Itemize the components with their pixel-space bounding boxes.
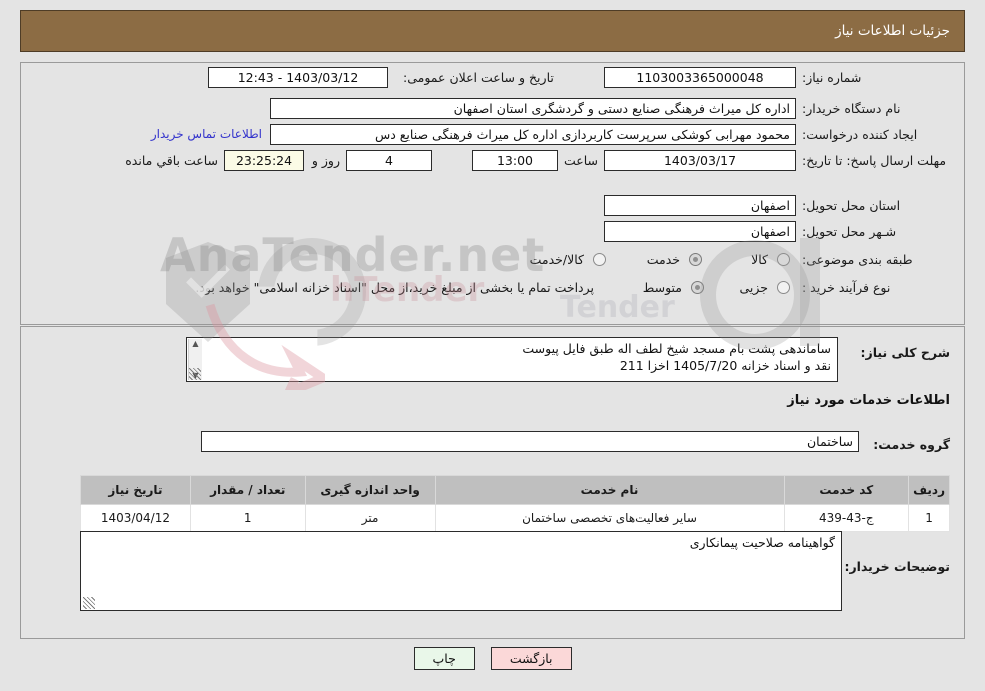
th-qty: تعداد / مقدار — [189, 475, 306, 505]
purchase-option-jozi[interactable]: جزیی — [734, 280, 790, 295]
table-header-row: ردیف کد خدمت نام خدمت واحد اندازه گیری ت… — [80, 475, 950, 505]
footer-actions: بازگشت چاپ — [20, 641, 965, 686]
table-row: 1 ج-43-439 سایر فعالیت‌های تخصصی ساختمان… — [80, 504, 950, 532]
buyer-notes-value: گواهینامه صلاحیت پیمانکاری — [689, 535, 835, 550]
need-info-panel: شماره نیاز: 1103003365000048 تاریخ و ساع… — [20, 62, 965, 325]
category-option-kala-khedmat[interactable]: کالا/خدمت — [525, 252, 606, 267]
td-code: ج-43-439 — [783, 504, 910, 532]
category-label: طبقه بندی موضوعی: — [802, 251, 913, 267]
buyer-contact-link[interactable]: اطلاعات تماس خریدار — [151, 127, 262, 141]
radio-kala-icon[interactable] — [777, 252, 790, 266]
buyer-notes-label: توضیحات خریدار: — [844, 559, 950, 574]
td-name: سایر فعالیت‌های تخصصی ساختمان — [434, 504, 785, 532]
category-option-khedmat-label: خدمت — [646, 251, 680, 267]
creator-value: محمود مهرابی کوشکی سرپرست کاربردازی ادار… — [270, 123, 796, 145]
deadline-time-label: ساعت — [563, 152, 598, 168]
print-button[interactable]: چاپ — [413, 647, 475, 670]
need-number-label: شماره نیاز: — [802, 69, 862, 85]
service-group-value: ساختمان — [201, 431, 859, 452]
page-title: جزئیات اطلاعات نیاز — [835, 23, 950, 39]
buyer-org-value: اداره کل میراث فرهنگی صنایع دستی و گردشگ… — [270, 97, 796, 119]
purchase-option-jozi-label: جزیی — [739, 279, 768, 295]
td-radif: 1 — [908, 504, 950, 532]
category-option-kala[interactable]: کالا — [746, 252, 790, 267]
purchase-option-motevaset-label: متوسط — [642, 279, 682, 295]
deadline-date-value: 1403/03/17 — [604, 149, 796, 171]
general-desc-textarea[interactable]: ساماندهی پشت بام مسجد شیخ لطف اله طبق فا… — [186, 337, 838, 382]
buyer-notes-resize-grip[interactable] — [83, 597, 95, 609]
th-name: نام خدمت — [434, 475, 785, 505]
radio-kala-khedmat-icon[interactable] — [593, 252, 606, 266]
buyer-notes-textarea[interactable]: گواهینامه صلاحیت پیمانکاری — [80, 531, 842, 611]
purchase-type-note: پرداخت تمام یا بخشی از مبلغ خرید،از محل … — [195, 279, 594, 295]
page-header: جزئیات اطلاعات نیاز — [20, 10, 965, 52]
radio-khedmat-icon[interactable] — [689, 252, 702, 266]
services-section-title: اطلاعات خدمات مورد نیاز — [787, 393, 950, 408]
category-option-kala-khedmat-label: کالا/خدمت — [529, 251, 584, 267]
general-desc-label: شرح کلی نیاز: — [860, 345, 950, 360]
general-desc-resize-grip[interactable] — [189, 368, 201, 380]
radio-motevaset-icon[interactable] — [691, 280, 704, 294]
remaining-time-suffix: ساعت باقي مانده — [125, 152, 218, 168]
province-label: استان محل تحویل: — [802, 197, 901, 213]
public-announce-label: تاریخ و ساعت اعلان عمومی: — [403, 69, 554, 85]
buyer-org-label: نام دستگاه خریدار: — [802, 100, 901, 116]
general-desc-line-1: ساماندهی پشت بام مسجد شیخ لطف اله طبق فا… — [522, 341, 831, 356]
remaining-days-suffix: روز و — [311, 152, 340, 168]
creator-label: ایجاد کننده درخواست: — [802, 126, 918, 142]
td-qty: 1 — [189, 504, 306, 532]
general-desc-line-2: نقد و اسناد خزانه 1405/7/20 اخزا 211 — [619, 358, 831, 373]
service-group-label: گروه خدمت: — [873, 437, 950, 452]
th-unit: واحد اندازه گیری — [304, 475, 436, 505]
page-root: جزئیات اطلاعات نیاز شماره نیاز: 11030033… — [0, 0, 985, 691]
category-option-kala-label: کالا — [751, 251, 768, 267]
public-announce-value: 1403/03/12 - 12:43 — [208, 66, 388, 88]
radio-jozi-icon[interactable] — [777, 280, 790, 294]
th-code: کد خدمت — [783, 475, 910, 505]
back-button[interactable]: بازگشت — [490, 647, 572, 670]
scroll-up-icon[interactable]: ▲ — [192, 339, 198, 348]
deadline-time-value: 13:00 — [472, 149, 558, 171]
th-date: تاریخ نیاز — [80, 475, 191, 505]
th-radif: ردیف — [908, 475, 950, 505]
city-value: اصفهان — [604, 220, 796, 242]
td-unit: متر — [304, 504, 436, 532]
purchase-type-label: نوع فرآیند خرید : — [802, 279, 891, 295]
td-date: 1403/04/12 — [80, 504, 191, 532]
city-label: شـهر محل تحویل: — [802, 223, 897, 239]
need-number-value: 1103003365000048 — [604, 66, 796, 88]
deadline-label: مهلت ارسال پاسخ: تا تاریخ: — [802, 152, 947, 168]
remaining-days-value: 4 — [346, 149, 432, 171]
province-value: اصفهان — [604, 194, 796, 216]
need-details-panel: شرح کلی نیاز: ساماندهی پشت بام مسجد شیخ … — [20, 326, 965, 639]
category-option-khedmat[interactable]: خدمت — [642, 252, 702, 267]
remaining-time-value: 23:25:24 — [224, 149, 304, 171]
services-table: ردیف کد خدمت نام خدمت واحد اندازه گیری ت… — [80, 475, 950, 532]
purchase-option-motevaset[interactable]: متوسط — [638, 280, 704, 295]
